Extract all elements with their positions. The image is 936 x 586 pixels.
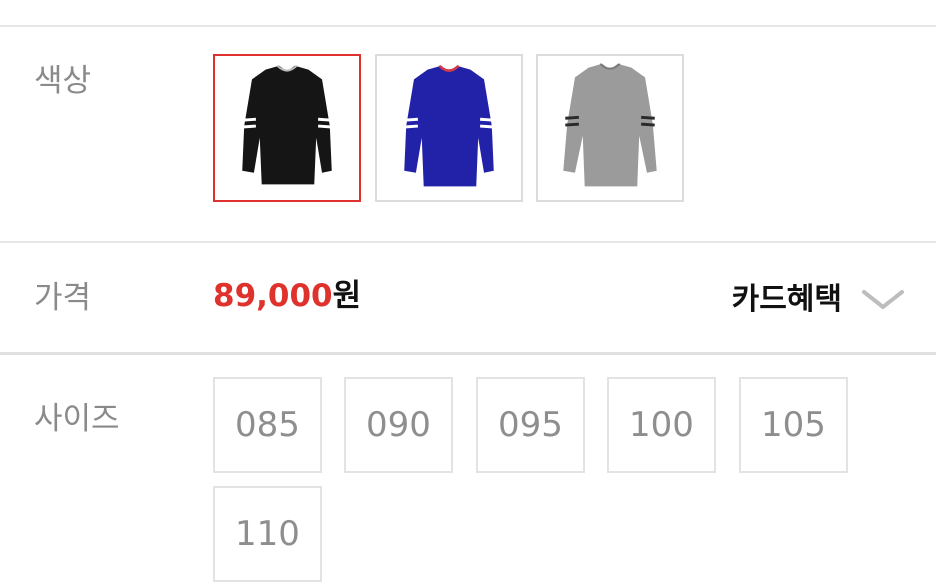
divider-top — [0, 25, 936, 27]
divider-price-size — [0, 352, 936, 355]
price-label: 가격 — [34, 280, 92, 316]
price-amount: 89,000 — [213, 278, 333, 314]
card-benefit-toggle[interactable]: 카드혜택 — [732, 278, 906, 322]
color-option-gray[interactable] — [536, 54, 684, 202]
size-option-085[interactable]: 085 — [213, 377, 322, 473]
size-option-100[interactable]: 100 — [607, 377, 716, 473]
sweatshirt-gray-image — [563, 63, 657, 187]
sweatshirt-shape — [563, 63, 657, 187]
color-option-black[interactable] — [213, 54, 361, 202]
size-label: 사이즈 — [34, 401, 120, 437]
divider-color-price — [0, 241, 936, 243]
size-option-090[interactable]: 090 — [344, 377, 453, 473]
size-option-105[interactable]: 105 — [739, 377, 848, 473]
price-currency: 원 — [332, 278, 362, 314]
product-options: 색상 가격 89,000원 카드혜택 사이즈 085 090 095 100 1… — [0, 0, 936, 586]
sweatshirt-black-image — [242, 65, 332, 185]
sweatshirt-shape — [242, 65, 332, 185]
sweatshirt-blue-image — [404, 64, 494, 187]
sweatshirt-shape — [404, 64, 494, 187]
color-option-blue[interactable] — [375, 54, 523, 202]
size-option-110[interactable]: 110 — [213, 486, 322, 582]
price-value: 89,000원 — [213, 281, 361, 312]
color-label: 색상 — [34, 63, 92, 99]
chevron-down-icon — [862, 290, 904, 309]
size-option-095[interactable]: 095 — [476, 377, 585, 473]
card-benefit-label: 카드혜택 — [731, 282, 842, 317]
